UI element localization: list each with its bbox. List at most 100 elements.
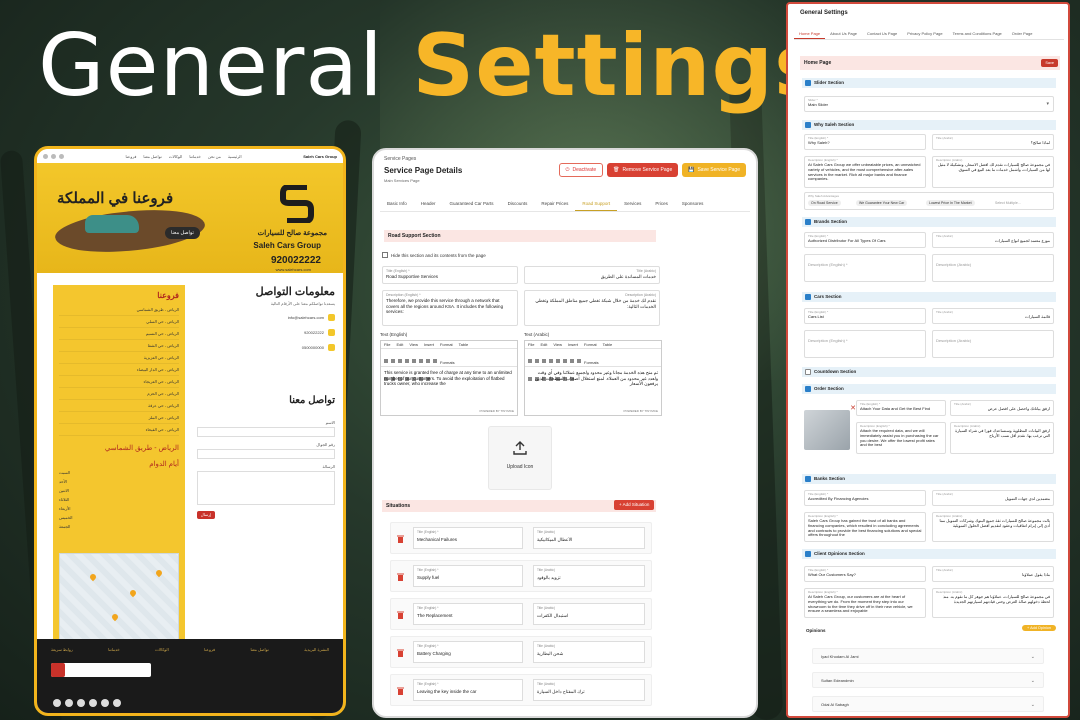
add-opinion-button[interactable]: + Add Opinion: [1022, 625, 1056, 631]
situation-title-en-input[interactable]: Title (English) * Mechanical Failures: [413, 527, 523, 549]
banks-section-toggle[interactable]: Banks Section: [802, 474, 1056, 484]
align-justify-icon[interactable]: [433, 359, 437, 363]
checkbox-checked-icon[interactable]: [805, 219, 811, 225]
top-logo[interactable]: Saleh Cars Group: [303, 154, 337, 159]
why-saleh-section-toggle[interactable]: Why Saleh Section: [802, 120, 1056, 130]
menu-view[interactable]: View: [553, 341, 562, 348]
checkbox-checked-icon[interactable]: [805, 476, 811, 482]
order-title-en-field[interactable]: Title (English) * Attach Your Data and Ge…: [856, 400, 946, 416]
advantage-chip[interactable]: We Guarantee Your New Car: [856, 200, 908, 206]
title-en-field[interactable]: Title (English) * Road Supportive Servic…: [382, 266, 518, 284]
checkbox-icon[interactable]: [382, 252, 388, 258]
nav-item[interactable]: فروعنا: [126, 154, 137, 159]
menu-edit[interactable]: Edit: [396, 341, 403, 348]
branch-item[interactable]: الرياض - حي العريجاء: [59, 376, 179, 388]
why-title-ar-field[interactable]: Title (Arabic) لماذا صالح؟: [932, 134, 1054, 150]
hide-section-checkbox[interactable]: Hide this section and its contents from …: [382, 252, 486, 258]
trash-icon[interactable]: [397, 687, 404, 695]
tab-contact-us-page[interactable]: Contact Us Page: [862, 28, 902, 39]
social-icon[interactable]: [53, 699, 61, 707]
align-right-icon[interactable]: [570, 359, 574, 363]
map-pin-icon[interactable]: [154, 568, 164, 578]
brands-section-toggle[interactable]: Brands Section: [802, 217, 1056, 227]
opinion-item[interactable]: Sultan Edeandmin ⌄: [812, 672, 1044, 688]
contact-value[interactable]: 920022222: [304, 330, 324, 335]
nav-item[interactable]: الرئيسية: [228, 154, 242, 159]
tab-guaranteed-car-parts[interactable]: Guaranteed Car Parts: [443, 198, 501, 211]
situation-title-en-input[interactable]: Title (English) * Leaving the key inside …: [413, 679, 523, 701]
chevron-down-icon[interactable]: ⌄: [1031, 697, 1035, 713]
align-justify-icon[interactable]: [577, 359, 581, 363]
order-section-toggle[interactable]: Order Section: [802, 384, 1056, 394]
align-left-icon[interactable]: [556, 359, 560, 363]
checkbox-checked-icon[interactable]: [805, 386, 811, 392]
bold-icon[interactable]: [398, 359, 402, 363]
order-desc-ar-field[interactable]: Description (Arabic) أرفق البيانات المطلو…: [950, 422, 1054, 454]
opinions-title-en-field[interactable]: Title (English) * What Our Customers Say?: [804, 566, 926, 582]
trash-icon[interactable]: [397, 535, 404, 543]
save-service-page-button[interactable]: 💾 Save Service Page: [682, 163, 746, 177]
branches-map[interactable]: [59, 553, 179, 643]
trash-icon[interactable]: [397, 649, 404, 657]
checkbox-checked-icon[interactable]: [805, 294, 811, 300]
bold-icon[interactable]: [542, 359, 546, 363]
desc-ar-field[interactable]: Description (Arabic) نقدم لك خدمة من خلا…: [524, 290, 660, 326]
title-ar-field[interactable]: Title (Arabic) خدمات المساندة على الطريق: [524, 266, 660, 284]
nav-item[interactable]: من نحن: [208, 154, 221, 159]
align-center-icon[interactable]: [419, 359, 423, 363]
tab-discounts[interactable]: Discounts: [501, 198, 535, 211]
order-title-ar-field[interactable]: Title (Arabic) أرفق بياناتك واحصل على أفض…: [950, 400, 1054, 416]
why-desc-ar-field[interactable]: Description (Arabic) في مجموعة صالح للسيا…: [932, 156, 1054, 188]
branch-item[interactable]: الرياض - حي عرقة: [59, 400, 179, 412]
brands-title-en-field[interactable]: Title (English) * Authorized Distributor …: [804, 232, 926, 248]
chevron-down-icon[interactable]: ⌄: [1031, 673, 1035, 689]
breadcrumb[interactable]: Service Pages: [384, 156, 416, 162]
text-ar-editor[interactable]: File Edit View Insert Format Table Forma…: [524, 340, 662, 416]
message-textarea[interactable]: [197, 471, 335, 505]
opinions-desc-ar-field[interactable]: Description (Arabic) في مجموعة صالح للسيا…: [932, 588, 1054, 618]
situation-title-ar-input[interactable]: Title (Arabic) استبدال الكفرات: [533, 603, 645, 625]
why-desc-en-field[interactable]: Description (English) * At Saleh Cars Gro…: [804, 156, 926, 188]
nav-item[interactable]: تواصل معنا: [143, 154, 161, 159]
checkbox-checked-icon[interactable]: [805, 551, 811, 557]
undo-icon[interactable]: [528, 359, 532, 363]
save-button[interactable]: Save: [1041, 59, 1058, 67]
menu-edit[interactable]: Edit: [540, 341, 547, 348]
cars-title-en-field[interactable]: Title (English) * Cars List: [804, 308, 926, 324]
branch-item[interactable]: الرياض - حي الملز: [59, 412, 179, 424]
brands-desc-ar-field[interactable]: Description (Arabic): [932, 254, 1054, 282]
send-button[interactable]: إرسال: [197, 511, 215, 519]
menu-format[interactable]: Format: [584, 341, 597, 348]
tab-about-us-page[interactable]: About Us Page: [825, 28, 862, 39]
menu-file[interactable]: File: [528, 341, 534, 348]
branch-item[interactable]: الرياض - طريق الشماسي: [59, 304, 179, 316]
menu-view[interactable]: View: [409, 341, 418, 348]
align-center-icon[interactable]: [563, 359, 567, 363]
situation-title-en-input[interactable]: Title (English) * Battery Charging: [413, 641, 523, 663]
formats-dropdown[interactable]: Formats: [584, 360, 599, 365]
nav-item[interactable]: الوكالات: [169, 154, 183, 159]
social-icon[interactable]: [51, 153, 56, 159]
opinion-item[interactable]: Odai Al Sabagh ⌄: [812, 696, 1044, 712]
banner-cta-button[interactable]: تواصل معنا: [165, 227, 200, 239]
banks-title-en-field[interactable]: Title (English) * Accredited By Financing…: [804, 490, 926, 506]
mobile-input[interactable]: [197, 449, 335, 459]
nav-item[interactable]: خدماتنا: [189, 154, 200, 159]
map-pin-icon[interactable]: [128, 588, 138, 598]
tab-privacy-policy-page[interactable]: Privacy Policy Page: [902, 28, 947, 39]
opinions-desc-en-field[interactable]: Description (English) * At Saleh Cars Gro…: [804, 588, 926, 618]
checkbox-checked-icon[interactable]: [805, 80, 811, 86]
redo-icon[interactable]: [535, 359, 539, 363]
checkbox-unchecked-icon[interactable]: [805, 369, 811, 375]
branch-item[interactable]: الرياض - حي الشفا: [59, 340, 179, 352]
situation-title-ar-input[interactable]: Title (Arabic) تزويد بالوقود: [533, 565, 645, 587]
redo-icon[interactable]: [391, 359, 395, 363]
situation-title-ar-input[interactable]: Title (Arabic) ترك المفتاح داخل السيارة: [533, 679, 645, 701]
branch-item[interactable]: الرياض - حي الحزم: [59, 388, 179, 400]
brands-title-ar-field[interactable]: Title (Arabic) موزع معتمد لجميع أنواع الس…: [932, 232, 1054, 248]
opinions-title-ar-field[interactable]: Title (Arabic) ماذا يقول عملاؤنا: [932, 566, 1054, 582]
situation-title-ar-input[interactable]: Title (Arabic) الأعطال الميكانيكية: [533, 527, 645, 549]
undo-icon[interactable]: [384, 359, 388, 363]
branch-item[interactable]: الرياض - حي الفيحاء: [59, 424, 179, 436]
situation-title-en-input[interactable]: Title (English) * Supply fuel: [413, 565, 523, 587]
